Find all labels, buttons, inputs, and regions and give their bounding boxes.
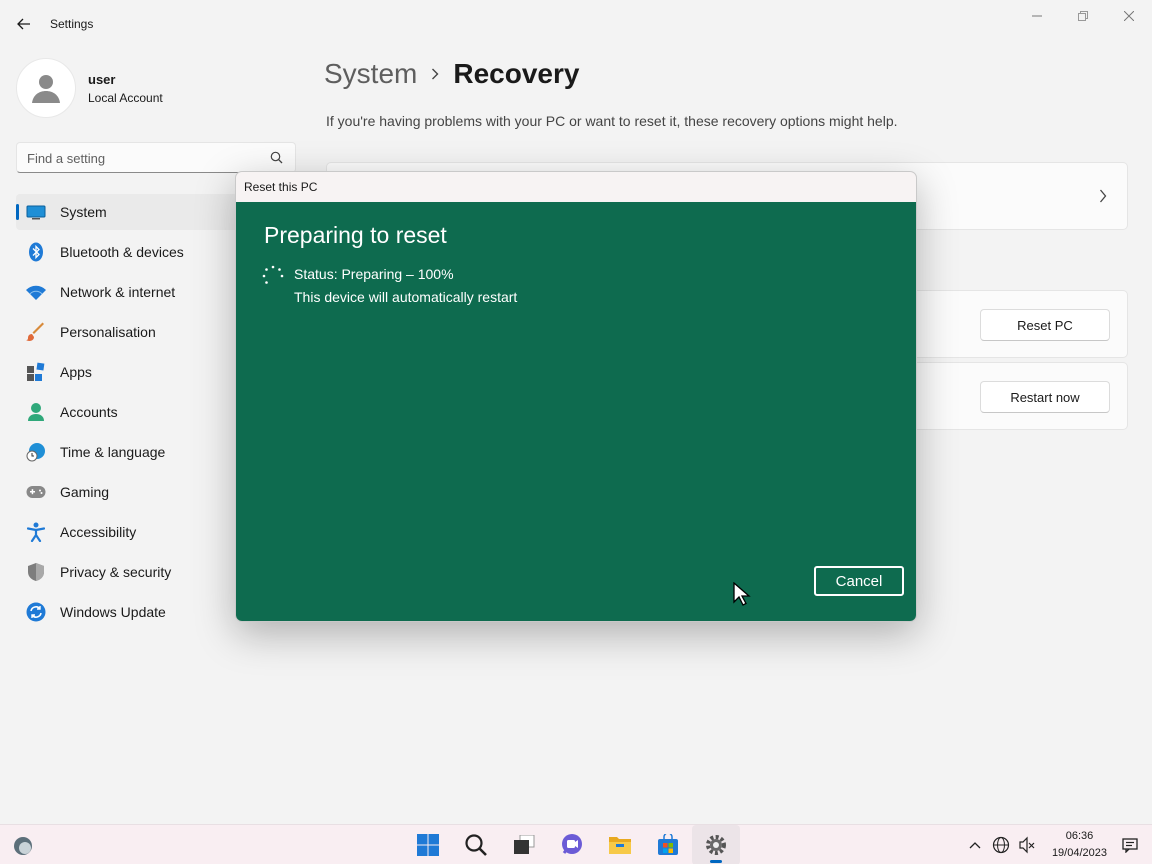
bluetooth-icon [26,242,46,262]
tray-overflow-button[interactable] [963,833,987,857]
search-box[interactable]: Find a setting [16,142,296,173]
minimize-button[interactable] [1014,0,1060,32]
search-input[interactable]: Find a setting [27,151,105,166]
active-indicator [16,204,19,220]
store-icon [658,834,678,855]
globe-icon [992,836,1010,854]
settings-icon [706,835,726,855]
reset-pc-button[interactable]: Reset PC [980,309,1110,341]
minimize-icon [1032,15,1042,17]
status-text: Status: Preparing – 100% [294,266,454,282]
task-view-icon [514,835,535,854]
clock[interactable]: 06:36 19/04/2023 [1052,828,1107,862]
update-icon [26,602,46,622]
sidebar-item-label: Personalisation [60,324,156,340]
accessibility-icon [26,522,46,542]
weather-icon [14,837,32,855]
account-icon [26,402,46,422]
start-icon [417,834,439,856]
dialog-body: Preparing to reset Status: Preparing – 1… [236,202,916,621]
search-icon [465,834,487,856]
sidebar-item-label: Gaming [60,484,110,500]
shield-icon [26,562,46,582]
title-bar: Settings [0,0,1152,48]
search-icon [270,151,283,164]
cancel-button[interactable]: Cancel [814,566,904,596]
restore-icon [1078,11,1088,21]
sidebar-item-label: Windows Update [60,604,166,620]
mouse-cursor-icon [733,582,751,606]
volume-tray-button[interactable] [1015,833,1039,857]
sidebar-item-label: Privacy & security [60,564,172,580]
restart-now-button[interactable]: Restart now [980,381,1110,413]
restart-note: This device will automatically restart [294,289,518,305]
wifi-icon [26,282,46,302]
sidebar-item-label: Accounts [60,404,118,420]
network-tray-button[interactable] [989,833,1013,857]
back-button[interactable] [12,12,36,36]
user-profile[interactable]: user Local Account [16,58,163,118]
sidebar-item-label: Bluetooth & devices [60,244,184,260]
file-explorer-button[interactable] [596,825,644,864]
file-explorer-icon [609,837,631,854]
account-type: Local Account [88,90,163,105]
gamepad-icon [26,482,46,502]
sidebar-item-label: Time & language [60,444,166,460]
sidebar-item-label: Network & internet [60,284,176,300]
brush-icon [26,322,46,342]
store-button[interactable] [644,825,692,864]
taskbar-search-button[interactable] [452,825,500,864]
user-name: user [88,71,116,87]
widgets-button[interactable] [12,835,34,862]
page-title: Recovery [453,58,580,89]
task-view-button[interactable] [500,825,548,864]
notification-icon [1122,838,1138,853]
page-subtitle: If you're having problems with your PC o… [326,113,898,129]
user-avatar-icon [32,75,60,103]
apps-icon [26,362,46,382]
dialog-heading: Preparing to reset [264,222,447,248]
settings-taskbar-button[interactable] [692,825,740,864]
reset-dialog: Reset this PC Preparing to reset Status:… [235,171,917,622]
sidebar-item-label: System [60,204,107,220]
chat-button[interactable] [548,825,596,864]
close-button[interactable] [1106,0,1152,32]
volume-muted-icon [1019,836,1035,854]
maximize-button[interactable] [1060,0,1106,32]
sidebar-item-label: Accessibility [60,524,137,540]
close-icon [1124,11,1134,21]
start-button[interactable] [404,825,452,864]
clock-date: 19/04/2023 [1051,847,1107,859]
globe-clock-icon [26,442,46,462]
system-tray: 06:36 19/04/2023 [962,825,1152,864]
clock-time: 06:36 [1065,830,1094,842]
notifications-button[interactable] [1118,833,1142,857]
taskbar: 06:36 19/04/2023 [0,824,1152,864]
app-title: Settings [50,17,94,31]
window-controls [1014,0,1152,32]
system-icon [26,202,46,222]
chevron-up-icon [969,842,981,849]
breadcrumb-parent[interactable]: System [324,58,417,90]
avatar [16,58,76,118]
dialog-title: Reset this PC [244,180,318,194]
spinner-icon [262,265,284,284]
chevron-right-icon [431,68,439,80]
chat-icon [562,834,582,854]
chevron-right-icon [1099,189,1107,208]
back-arrow-icon [17,18,30,30]
breadcrumb: System Recovery [324,58,579,90]
sidebar-item-label: Apps [60,364,92,380]
taskbar-apps [404,825,740,864]
